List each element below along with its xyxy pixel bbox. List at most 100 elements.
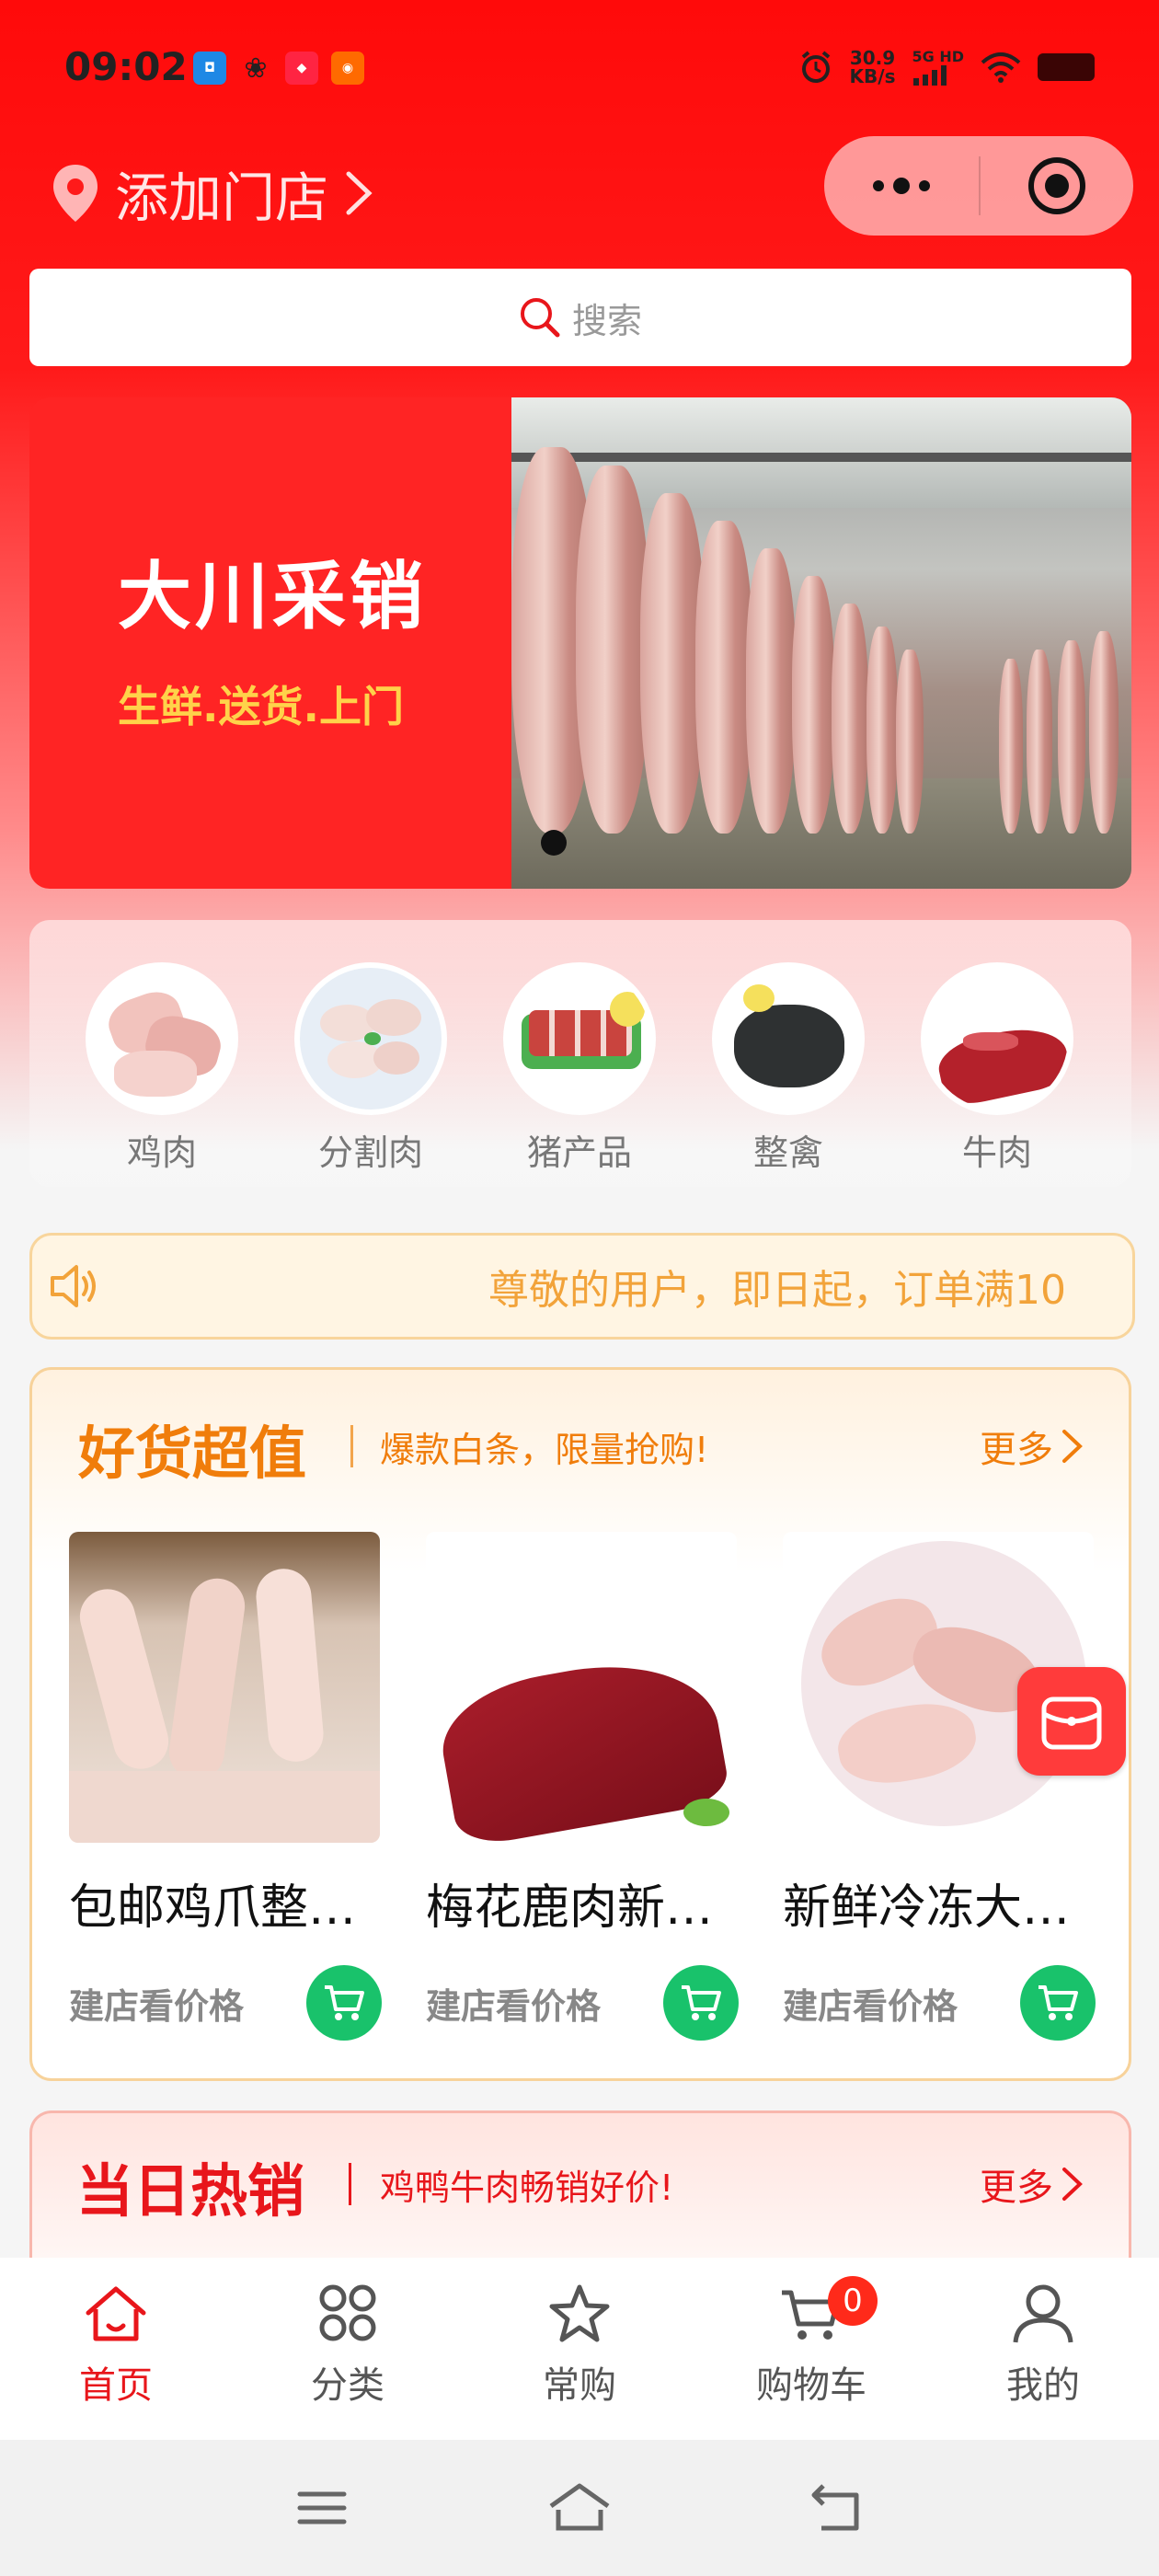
carcass-shape: [866, 627, 898, 834]
status-bar: 09:02 ◘ ❀ ◆ ◉ 30.9 KB/s 5G HD: [0, 0, 1159, 138]
category-image: [712, 962, 865, 1115]
category-label: 分割肉: [317, 1133, 423, 1173]
xiaohongshu-icon: ◆: [285, 52, 318, 85]
dot-icon: [893, 178, 910, 194]
menu-icon: [297, 2491, 347, 2524]
category-image: [503, 962, 656, 1115]
product-image-venison: [426, 1532, 737, 1843]
carousel-indicator[interactable]: [541, 830, 567, 856]
tab-label: 首页: [79, 2364, 153, 2407]
banner-image-meat-carcasses: [511, 397, 1131, 889]
system-home-button[interactable]: [543, 2480, 616, 2536]
product-card[interactable]: 梅花鹿肉新… 建店看价格: [426, 1532, 739, 2041]
status-notification-icons: ◘ ❀ ◆ ◉: [193, 52, 364, 85]
store-selector[interactable]: 添加门店: [51, 155, 374, 232]
search-bar[interactable]: 搜索: [29, 269, 1131, 366]
carcass-shape: [695, 521, 752, 834]
wifi-icon: [981, 52, 1021, 83]
category-item-whole-poultry[interactable]: 整禽: [709, 962, 867, 1175]
category-item-cut-meat[interactable]: 分割肉: [292, 962, 450, 1175]
star-icon: [549, 2284, 610, 2342]
floating-coupon-button[interactable]: [1017, 1667, 1126, 1776]
search-placeholder: 搜索: [571, 300, 642, 341]
chevron-right-icon: [1062, 1430, 1083, 1463]
add-to-cart-button[interactable]: [306, 1965, 382, 2041]
user-icon: [1013, 2284, 1073, 2343]
dot-icon: [873, 180, 884, 191]
category-item-pork[interactable]: 猪产品: [500, 962, 659, 1175]
carcass-shape: [792, 576, 834, 834]
add-to-cart-button[interactable]: [1020, 1965, 1096, 2041]
system-back-button[interactable]: [800, 2480, 874, 2536]
target-icon: [1028, 157, 1085, 214]
carcass-shape: [1027, 650, 1052, 834]
banner-subtitle: 生鲜.送货.上门: [118, 682, 404, 731]
status-time: 09:02: [64, 44, 188, 89]
dot-icon: [919, 180, 930, 191]
speaker-icon: [51, 1265, 96, 1307]
status-system-icons: 30.9 KB/s 5G HD: [798, 48, 1095, 86]
section-title: 好货超值: [78, 1420, 307, 1487]
location-pin-icon: [53, 165, 98, 222]
cart-badge: 0: [828, 2276, 878, 2326]
tab-label: 我的: [1006, 2364, 1080, 2407]
home-icon: [86, 2286, 146, 2341]
category-label: 鸡肉: [126, 1133, 197, 1173]
product-image-chicken-feet: [69, 1532, 380, 1843]
notice-bar[interactable]: 尊敬的用户，即日起，订单满10: [29, 1233, 1135, 1340]
hanging-rail: [511, 453, 1131, 462]
carcass-shape: [576, 466, 649, 834]
category-item-chicken[interactable]: 鸡肉: [83, 962, 241, 1175]
tab-mine[interactable]: 我的: [951, 2282, 1135, 2409]
wallet-icon: [1041, 1696, 1102, 1750]
bottom-tab-bar: 首页 分类 常购 0 购物车 我的: [0, 2258, 1159, 2440]
product-card[interactable]: 包邮鸡爪整… 建店看价格: [69, 1532, 382, 2041]
tab-cart[interactable]: 0 购物车: [719, 2276, 903, 2409]
cart-icon: [325, 1985, 364, 2020]
banner-title: 大川采销: [118, 554, 427, 639]
more-label: 更多: [980, 2167, 1053, 2209]
price-label: 建店看价格: [426, 1985, 602, 2027]
back-icon: [811, 2484, 859, 2531]
taobao-icon: ◉: [331, 52, 364, 85]
title-divider: [350, 1425, 353, 1467]
good-deals-section: 好货超值 爆款白条，限量抢购! 更多 包邮鸡爪整… 建店看价格 梅花鹿肉新… 建…: [29, 1367, 1131, 2081]
cart-icon: [1039, 1985, 1078, 2020]
chevron-right-icon: [346, 171, 373, 215]
more-link[interactable]: 更多: [980, 1420, 1084, 1473]
title-divider: [349, 2163, 351, 2205]
more-options-button[interactable]: [824, 136, 979, 236]
section-title: 当日热销: [76, 2157, 305, 2225]
category-label: 牛肉: [961, 1133, 1032, 1173]
close-miniprogram-button[interactable]: [981, 136, 1133, 236]
section-subtitle: 鸡鸭牛肉畅销好价!: [380, 2168, 674, 2208]
tab-frequent[interactable]: 常购: [488, 2282, 671, 2409]
product-card[interactable]: 新鲜冷冻大… 建店看价格: [783, 1532, 1096, 2041]
alarm-icon: [801, 50, 830, 83]
notice-text: 尊敬的用户，即日起，订单满10: [488, 1267, 1066, 1314]
tab-home[interactable]: 首页: [24, 2282, 208, 2409]
promo-banner[interactable]: 大川采销 生鲜.送货.上门: [29, 397, 1131, 889]
tab-label: 购物车: [756, 2364, 866, 2407]
grid-icon: [319, 2284, 376, 2341]
more-link[interactable]: 更多: [980, 2157, 1084, 2211]
category-item-beef[interactable]: 牛肉: [918, 962, 1076, 1175]
category-image: [921, 962, 1073, 1115]
search-icon: [520, 298, 560, 338]
more-label: 更多: [980, 1429, 1053, 1471]
wechat-icon: ❀: [244, 52, 268, 85]
section-subtitle: 爆款白条，限量抢购!: [380, 1430, 709, 1470]
add-to-cart-button[interactable]: [663, 1965, 739, 2041]
product-name: 包邮鸡爪整…: [69, 1880, 357, 1936]
cart-icon: [682, 1985, 721, 2020]
hot-today-section: 当日热销 鸡鸭牛肉畅销好价! 更多: [29, 2110, 1131, 2258]
home-outline-icon: [549, 2483, 610, 2531]
app-notification-icon: ◘: [193, 52, 226, 85]
recent-apps-button[interactable]: [285, 2480, 359, 2536]
carcass-shape: [746, 548, 796, 834]
carcass-shape: [999, 659, 1023, 834]
signal-icon: 5G HD: [912, 48, 964, 86]
tab-category[interactable]: 分类: [256, 2282, 440, 2409]
store-label: 添加门店: [115, 167, 329, 229]
product-name: 梅花鹿肉新…: [426, 1880, 714, 1936]
